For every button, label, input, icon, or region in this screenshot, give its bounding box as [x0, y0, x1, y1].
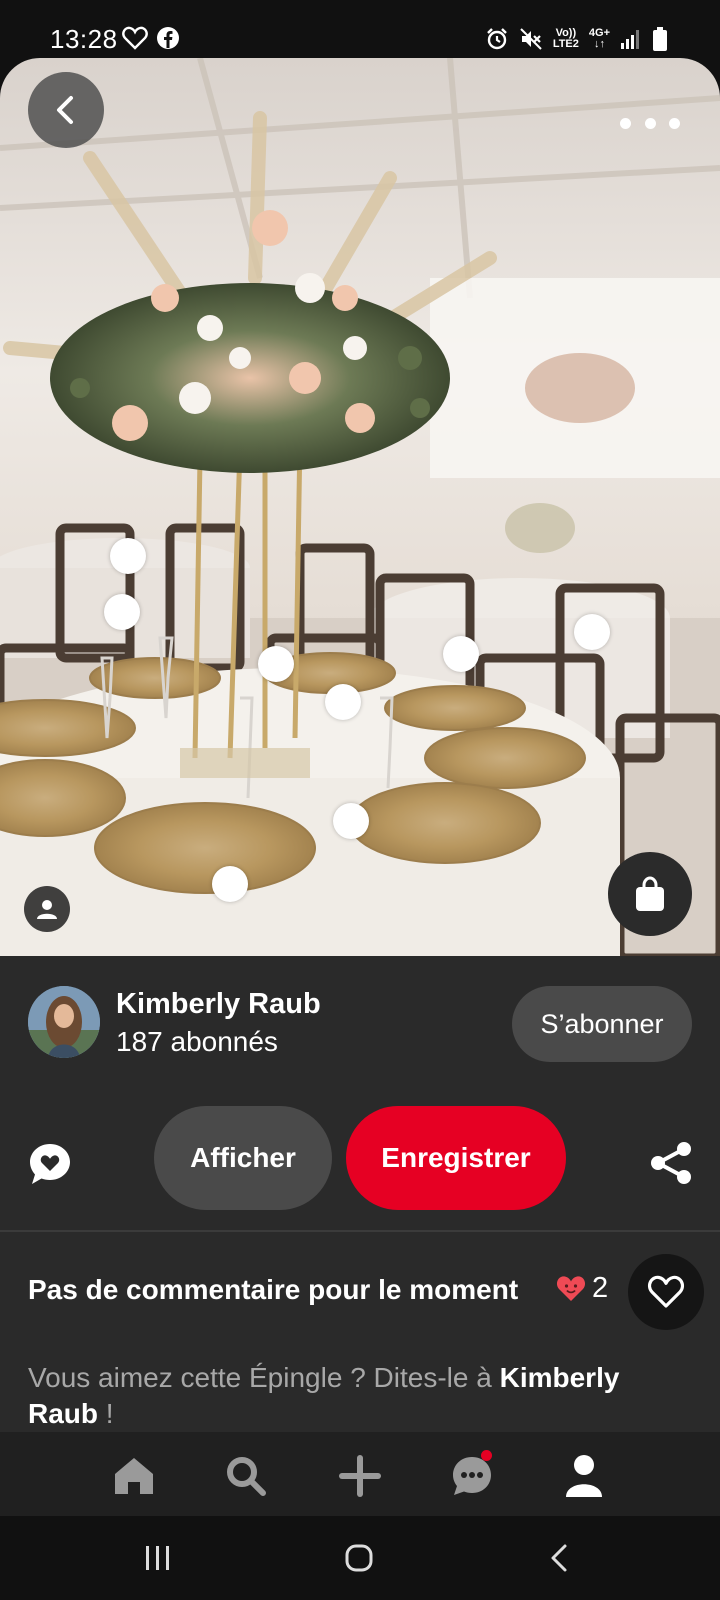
nav-profile[interactable]	[560, 1452, 608, 1500]
comments-title: Pas de commentaire pour le moment	[28, 1274, 519, 1305]
person-icon	[37, 900, 57, 919]
battery-icon	[653, 27, 667, 51]
heart-outline-icon	[122, 26, 148, 50]
status-right-icons: Vo)) LTE2 4G+ ↓↑	[485, 26, 668, 52]
more-horizontal-icon	[620, 117, 631, 129]
like-button[interactable]	[628, 1254, 704, 1330]
pin-image[interactable]	[0, 58, 720, 956]
product-hotspot[interactable]	[443, 636, 479, 672]
shopping-bag-icon	[636, 876, 664, 911]
nav-messages[interactable]	[448, 1450, 496, 1500]
status-time: 13:28	[50, 24, 118, 54]
nav-search[interactable]	[222, 1452, 270, 1500]
back-button[interactable]	[28, 72, 104, 148]
bottom-navigation	[0, 1432, 720, 1516]
back-icon	[551, 1544, 567, 1572]
4g-icon: 4G+ ↓↑	[588, 27, 610, 50]
notification-dot	[481, 1450, 492, 1461]
more-options-button[interactable]	[620, 108, 680, 138]
heart-face-icon	[556, 1275, 586, 1301]
shop-button[interactable]	[608, 852, 692, 936]
follow-button[interactable]: S’abonner	[512, 986, 692, 1062]
heart-outline-icon	[647, 1275, 685, 1308]
status-bar: 13:28 Vo)) LTE2 4G+ ↓↑	[0, 0, 720, 58]
divider	[0, 1230, 720, 1232]
product-hotspot[interactable]	[212, 866, 248, 902]
nav-create[interactable]	[336, 1452, 384, 1500]
creator-name[interactable]: Kimberly Raub	[116, 988, 321, 1021]
product-hotspot[interactable]	[110, 538, 146, 574]
product-hotspot[interactable]	[258, 646, 294, 682]
follower-count: 187 abonnés	[116, 1026, 278, 1057]
chevron-left-icon	[57, 96, 73, 124]
share-icon[interactable]	[648, 1140, 694, 1186]
facebook-icon	[157, 27, 179, 49]
reaction-count: 2	[592, 1272, 609, 1304]
reaction-summary[interactable]: 2	[556, 1272, 608, 1305]
signal-icon	[621, 30, 639, 49]
alarm-icon	[486, 28, 507, 50]
profile-icon	[566, 1455, 602, 1497]
pin-details-panel: Kimberly Raub 187 abonnés S’abonner Affi…	[0, 956, 720, 1432]
product-hotspot[interactable]	[104, 594, 140, 630]
view-button[interactable]: Afficher	[154, 1106, 332, 1210]
home-icon	[115, 1458, 153, 1494]
product-hotspot[interactable]	[325, 684, 361, 720]
avatar-photo	[28, 986, 100, 1058]
system-navigation	[0, 1516, 720, 1600]
recents-icon	[146, 1546, 169, 1570]
mute-icon	[520, 28, 542, 50]
search-icon	[227, 1457, 266, 1496]
home-circle-icon	[345, 1544, 373, 1572]
avatar[interactable]	[28, 986, 100, 1058]
product-hotspot[interactable]	[333, 803, 369, 839]
product-hotspot[interactable]	[574, 614, 610, 650]
nav-home[interactable]	[110, 1452, 158, 1500]
plus-icon	[339, 1455, 381, 1497]
volte-icon: Vo)) LTE2	[552, 27, 579, 50]
recents-button[interactable]	[138, 1538, 178, 1578]
save-button[interactable]: Enregistrer	[346, 1106, 566, 1210]
tagged-profile-button[interactable]	[24, 886, 70, 932]
comment-heart-icon[interactable]	[28, 1142, 72, 1186]
creator-row: Kimberly Raub 187 abonnés S’abonner	[0, 956, 720, 1086]
status-left-icons	[122, 26, 180, 50]
comment-prompt: Vous aimez cette Épingle ? Dites-le à Ki…	[28, 1362, 620, 1429]
system-back-button[interactable]	[540, 1538, 580, 1578]
action-row: Afficher Enregistrer	[0, 1106, 720, 1216]
messages-icon	[453, 1457, 491, 1495]
system-home-button[interactable]	[339, 1538, 379, 1578]
